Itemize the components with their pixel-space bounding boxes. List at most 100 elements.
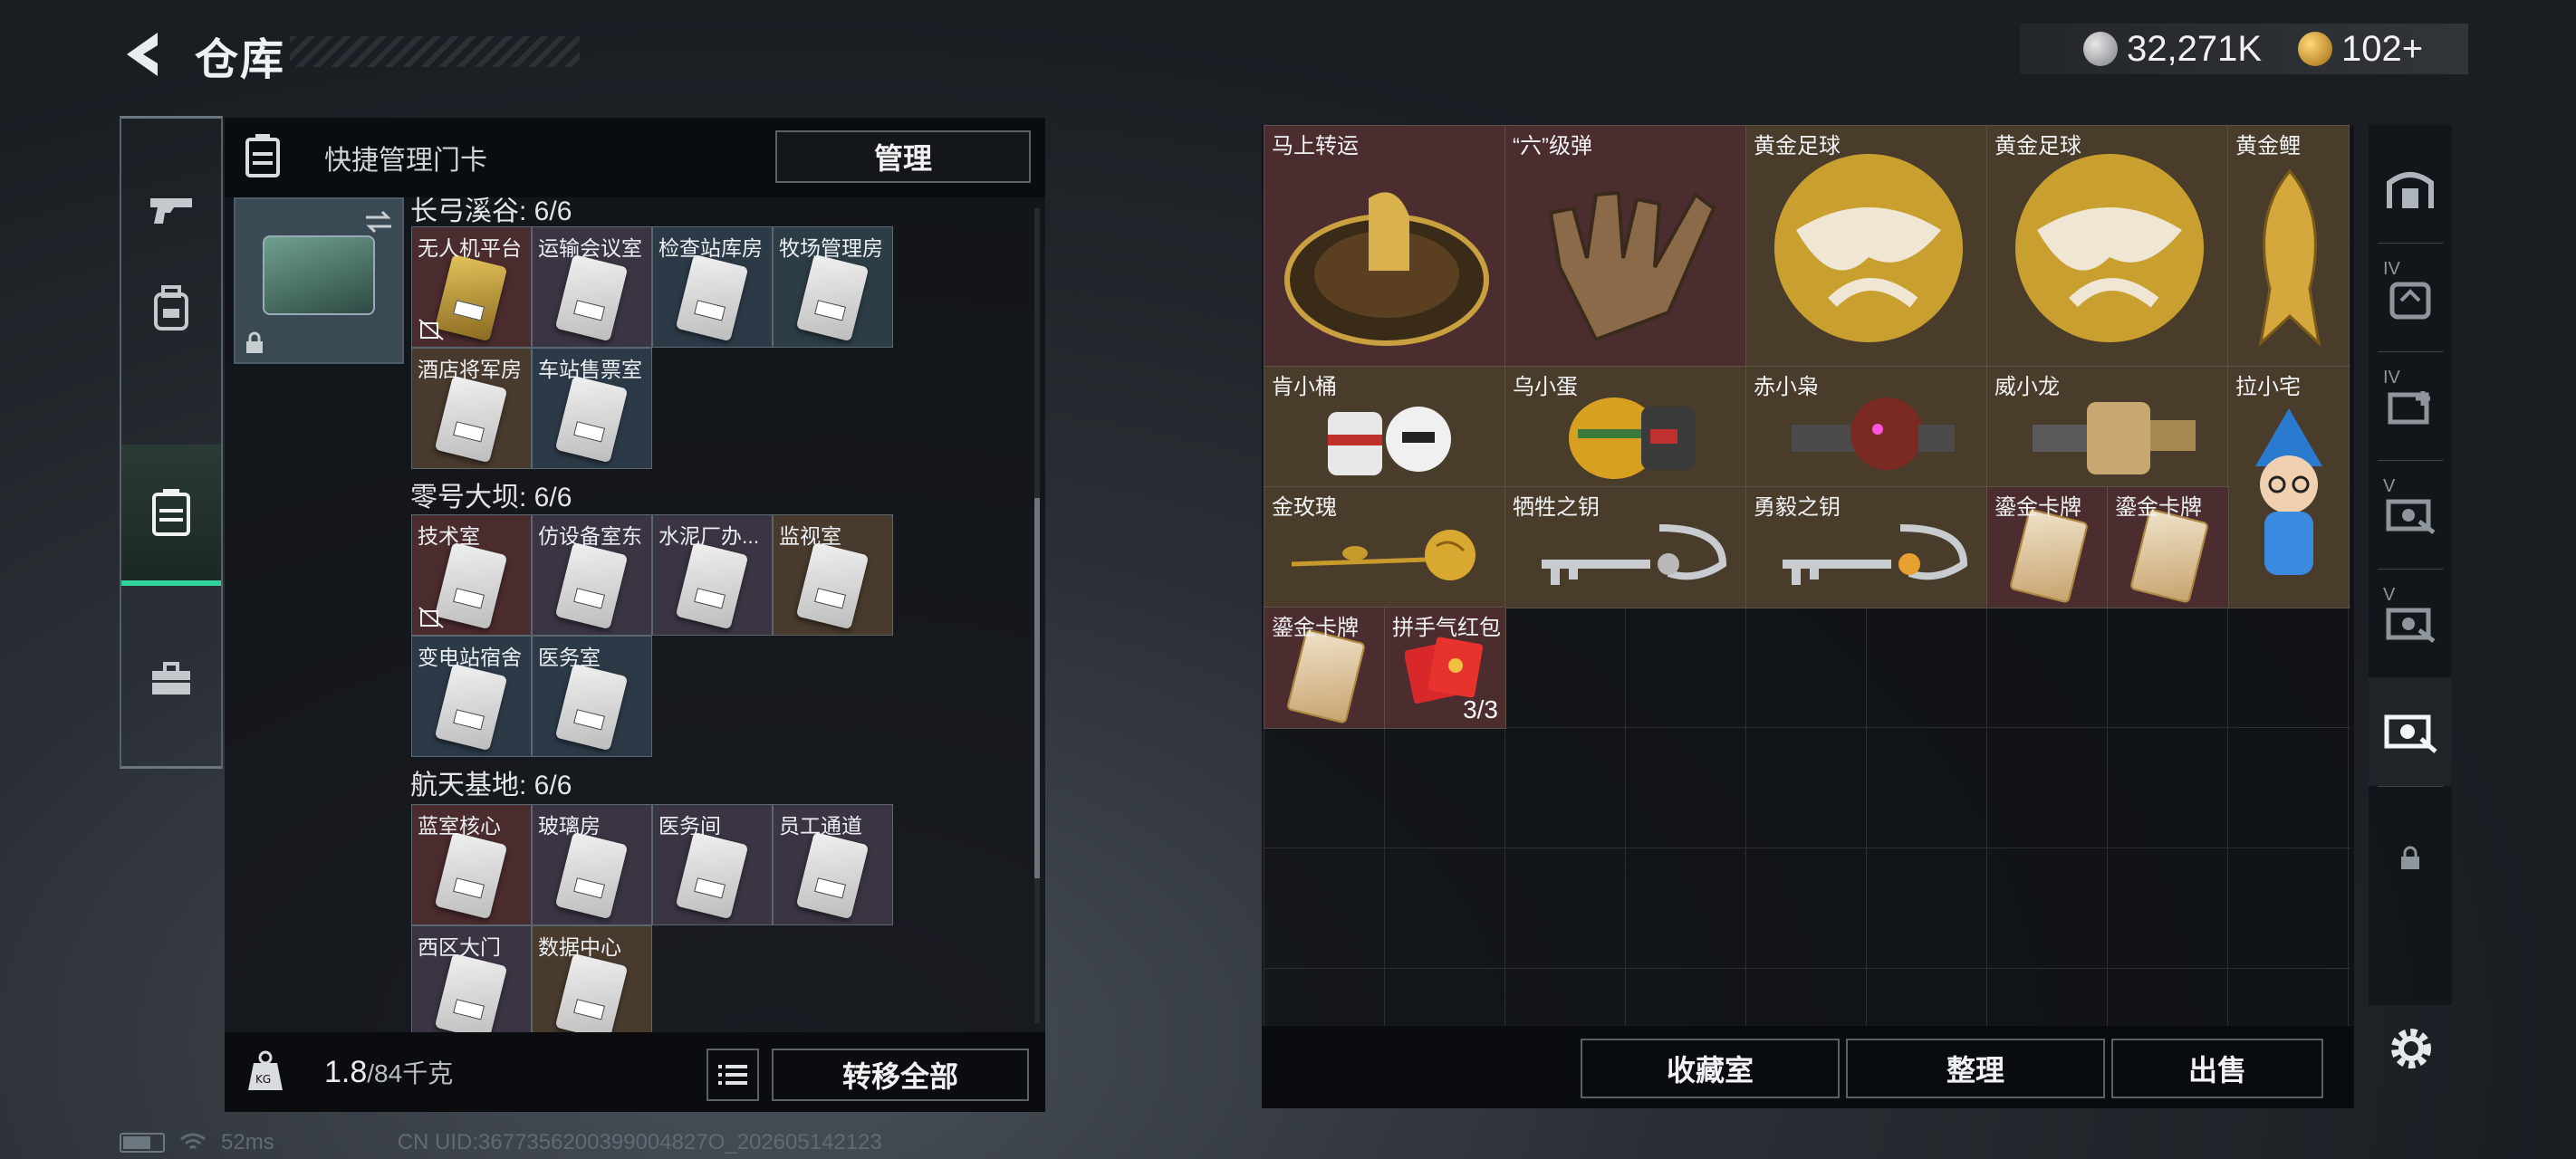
inventory-item[interactable]: 威小龙 [1986,366,2229,488]
keycard-slot[interactable]: 无人机平台 [411,226,532,348]
battery-icon [120,1133,165,1153]
rail-container-tab[interactable]: V [2369,460,2452,569]
inventory-item[interactable]: 黄金鲤 [2227,125,2350,368]
gold-card-image [1285,628,1367,724]
coin-amount: 32,271K [2127,28,2263,69]
weight-max: /84千克 [367,1059,454,1087]
keycard-case-icon [245,134,280,177]
keycard-image [434,254,508,342]
inventory-item[interactable]: 马上转运 [1264,125,1506,368]
rail-container-tab[interactable]: V [2369,569,2452,677]
group-title-longbow: 长弓溪谷: 6/6 [410,196,572,226]
sell-button[interactable]: 出售 [2111,1039,2323,1098]
ticket-icon [2386,608,2436,643]
keycard-slot[interactable]: 车站售票室 [532,348,652,469]
item-label: 金玫瑰 [1272,495,1337,520]
keycard-slot[interactable]: 西区大门 [411,925,532,1032]
tier-label: V [2383,585,2396,605]
keycard-image [795,254,870,342]
rail-tools-tab[interactable] [121,626,221,734]
rail-weapons-tab[interactable] [121,155,221,263]
inventory-item[interactable]: 黄金足球 [1745,125,1988,368]
rail-container-tab[interactable]: IV [2369,243,2452,351]
keycard-label: 检查站库房 [658,236,763,260]
manage-button[interactable]: 管理 [775,130,1031,183]
inventory-item[interactable]: 鎏金卡牌 [2107,486,2229,608]
back-icon[interactable] [118,27,172,81]
keycard-slot[interactable]: 牧场管理房 [773,226,893,348]
svg-text:KG: KG [255,1073,271,1086]
sort-button[interactable]: 整理 [1846,1039,2105,1098]
keycard-image [434,541,508,630]
keycard-image [795,831,870,920]
no-transfer-icon [418,607,444,628]
transfer-all-button[interactable]: 转移全部 [772,1049,1029,1101]
keycard-slot[interactable]: 酒店将军房 [411,348,532,469]
rail-equipment-tab[interactable] [121,254,221,363]
inventory-item[interactable]: 勇毅之钥 [1745,486,1988,608]
rail-collection-tab-active[interactable] [2369,677,2452,786]
inventory-item[interactable]: 拉小宅 [2227,366,2350,608]
item-label: 拉小宅 [2235,375,2301,399]
keycard-slot[interactable]: 水泥厂办... [652,514,773,636]
keycard-slot[interactable]: 玻璃房 [532,804,652,925]
keycard-label: 蓝室核心 [418,814,501,838]
inventory-panel: 马上转运 “六”级弹 黄金足球 黄金足球 黄金鲤 肯小桶 乌小蛋 赤小枭 威小龙… [1262,125,2354,1108]
keycard-slot[interactable]: 蓝室核心 [411,804,532,925]
inventory-item[interactable]: 黄金足球 [1986,125,2229,368]
inventory-item[interactable]: 鎏金卡牌 [1264,607,1386,729]
rail-keycard-tab[interactable] [121,445,221,586]
keycard-label: 运输会议室 [538,236,642,260]
swap-icon[interactable] [362,208,395,235]
keycard-slot[interactable]: 数据中心 [532,925,652,1032]
keycard-label: 医务室 [538,646,601,669]
item-label: 赤小枭 [1754,375,1819,399]
tier-label: IV [2383,259,2400,279]
keycard-label: 变电站宿舍 [418,646,522,669]
keycard-panel-footer: KG 1.8/84千克 转移全部 [225,1032,1045,1112]
keycard-slot[interactable]: 变电站宿舍 [411,636,532,757]
keycard-image [675,254,749,342]
keycard-label: 技术室 [418,524,480,548]
inventory-item[interactable]: “六”级弹 [1504,125,1747,368]
inventory-item[interactable]: 拼手气红包 3/3 [1384,607,1506,729]
keycard-label: 西区大门 [418,935,501,959]
inventory-item[interactable]: 赤小枭 [1745,366,1988,488]
rail-safe-tab[interactable] [2369,134,2452,243]
collection-room-button[interactable]: 收藏室 [1581,1039,1840,1098]
settings-gear-icon[interactable] [2384,1021,2438,1076]
keycard-slot[interactable]: 仿设备室东 [532,514,652,636]
page-title: 仓库 [195,36,286,84]
tier-label: V [2383,476,2396,496]
rail-locked-tab[interactable] [2369,804,2452,913]
list-view-button[interactable] [706,1049,759,1101]
keycard-slot[interactable]: 检查站库房 [652,226,773,348]
keycard-slot[interactable]: 技术室 [411,514,532,636]
inventory-item[interactable]: 乌小蛋 [1504,366,1747,488]
key-grid-space-base: 蓝室核心 玻璃房 医务间 员工通道 西区大门 数据中心 [411,804,893,1032]
key-icon [1542,524,1727,585]
ticket-icon [2384,714,2437,753]
keycard-slot[interactable]: 监视室 [773,514,893,636]
keycard-slot[interactable]: 医务室 [532,636,652,757]
panel-title: 快捷管理门卡 [324,146,487,176]
group-title-space-base: 航天基地: 6/6 [410,771,572,800]
premium-amount[interactable]: 102+ [2341,29,2423,70]
keycard-label: 数据中心 [538,935,621,959]
inventory-item[interactable]: 肯小桶 [1264,366,1506,488]
inventory-item[interactable]: 金玫瑰 [1264,486,1506,608]
keycard-case-thumbnail[interactable] [234,197,404,364]
scrollbar-thumb[interactable] [1034,498,1040,878]
rail-container-tab[interactable]: IV [2369,351,2452,460]
keycard-label: 监视室 [779,524,841,548]
item-label: 鎏金卡牌 [2115,495,2202,520]
keycard-slot[interactable]: 医务间 [652,804,773,925]
keycard-slot[interactable]: 员工通道 [773,804,893,925]
horse-coin-icon [1284,192,1489,346]
inventory-item[interactable]: 牺牲之钥 [1504,486,1747,608]
keycard-image [554,375,629,464]
keycard-label: 车站售票室 [538,358,642,381]
keycard-slot[interactable]: 运输会议室 [532,226,652,348]
inventory-item[interactable]: 鎏金卡牌 [1986,486,2109,608]
key-icon [1783,524,1968,585]
